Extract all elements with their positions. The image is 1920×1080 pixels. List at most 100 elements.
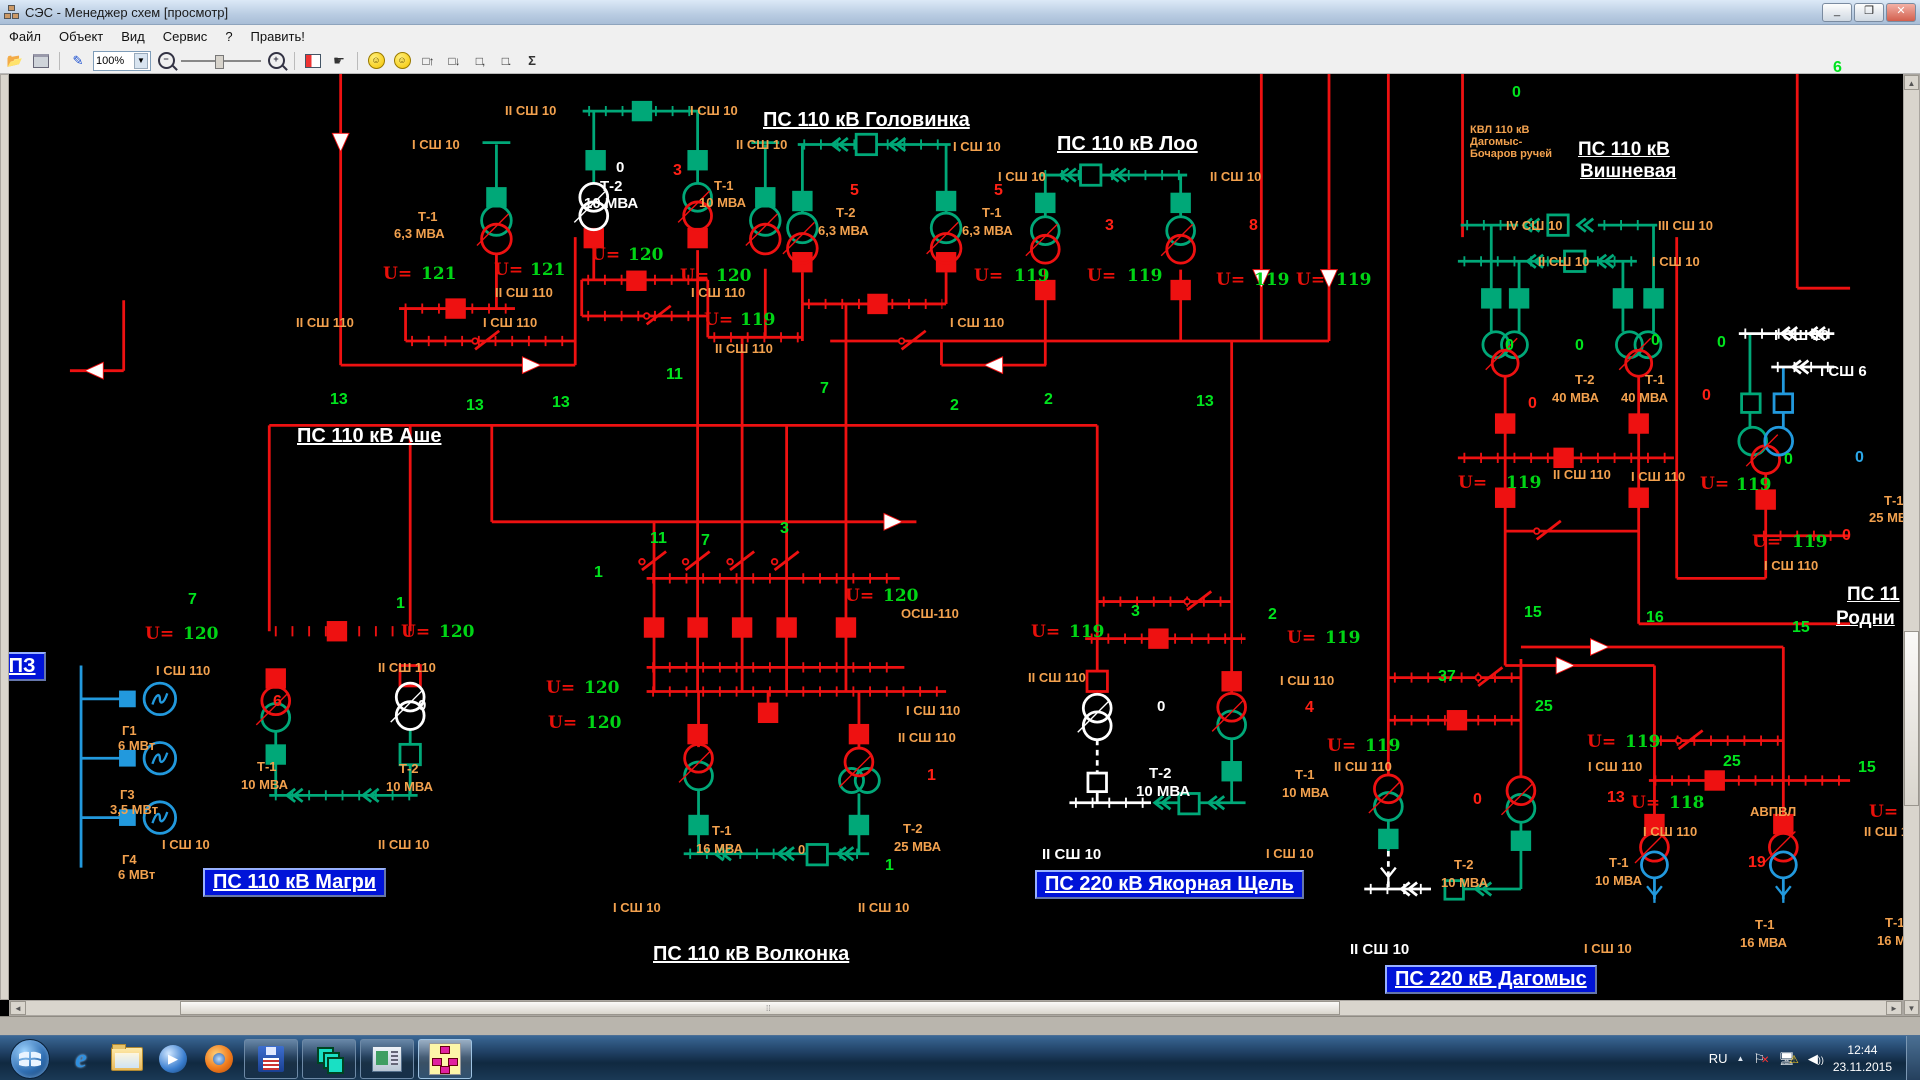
box-arrow-down-icon[interactable]: □↓ — [443, 51, 465, 71]
hscroll-thumb[interactable]: ⁞⁞ — [180, 1001, 1340, 1015]
viewer-app-button[interactable] — [360, 1038, 414, 1079]
horizontal-scrollbar[interactable]: ◄ ⁞⁞ ► — [9, 1000, 1903, 1016]
zoom-slider[interactable] — [181, 52, 261, 70]
scroll-down-icon[interactable]: ▼ — [1904, 1000, 1919, 1015]
scheme-label: 0 — [1702, 387, 1711, 404]
scheme-label: Т-1 — [1755, 917, 1775, 932]
scheme-label: Т-1 — [257, 759, 277, 774]
shapes-app-button[interactable] — [302, 1038, 356, 1079]
scroll-left-icon[interactable]: ◄ — [10, 1001, 26, 1015]
pan-hand-icon[interactable]: ☛ — [328, 51, 350, 71]
scheme-label: 1 — [396, 595, 405, 612]
scheme-label: 119 — [1736, 475, 1772, 495]
scheme-label: 11 — [650, 530, 667, 547]
scheme-label: I СШ 10 — [998, 169, 1046, 184]
scheme-label: 0 — [1528, 395, 1537, 412]
scroll-right-icon[interactable]: ► — [1886, 1001, 1902, 1015]
scheme-label: 118 — [1669, 793, 1705, 813]
scheme-label: 16 МВА — [696, 841, 744, 856]
scheme-label: 4 — [1305, 699, 1314, 716]
scheme-label: 25 МВА — [894, 839, 942, 854]
scheme-label: II СШ 110 — [495, 285, 553, 300]
sum-icon[interactable]: Σ — [521, 51, 543, 71]
start-button[interactable] — [10, 1038, 50, 1079]
scheme-label: 0 — [1784, 451, 1793, 468]
scheme-label: 15 — [1524, 604, 1542, 621]
scheme-label: 0 — [1505, 337, 1514, 354]
scheme-label: Т-1 — [418, 209, 438, 224]
substation-title: ПС 110 кВ Головинка — [763, 109, 970, 131]
scheme-label: 25 — [1535, 698, 1553, 715]
scheme-label: 10 МВА — [584, 195, 639, 212]
schematic-canvas[interactable]: ПС 110 кВ Головинка II СШ 10 I СШ 10 I СШ 1… — [0, 59, 1920, 1016]
scheme-label: U= — [845, 586, 875, 606]
scheme-label: I СШ 10 — [953, 139, 1001, 154]
firefox-icon[interactable] — [199, 1040, 239, 1078]
minimize-button[interactable]: _ — [1822, 3, 1852, 22]
print-icon[interactable] — [30, 51, 52, 71]
scheme-label: I СШ 10 — [162, 837, 210, 852]
scheme-label: Т-2 — [1149, 765, 1172, 782]
windows-explorer-icon[interactable] — [107, 1040, 147, 1078]
menu-item-Файл[interactable]: Файл — [0, 27, 50, 46]
scheme-label: 7 — [701, 532, 710, 549]
scheme-label: I СШ 10 — [613, 900, 661, 915]
scheme-label: 1 — [885, 857, 894, 874]
scheme-label: 120 — [439, 622, 475, 642]
maximize-button[interactable]: ❐ — [1854, 3, 1884, 22]
scheme-label: U= — [1700, 474, 1730, 494]
scheme-label: КВЛ 110 кВ — [1470, 124, 1530, 136]
vertical-scrollbar[interactable]: ▲ ▼ — [1903, 74, 1920, 1016]
scheme-label: I СШ 10 — [1774, 327, 1830, 344]
scheme-label: 119 — [1625, 732, 1661, 752]
zoom-combobox[interactable]: 100% ▼ — [93, 50, 151, 71]
clock[interactable]: 12:44 23.11.2015 — [1833, 1042, 1900, 1074]
vscroll-thumb[interactable] — [1904, 631, 1919, 806]
close-button[interactable]: ✕ — [1886, 3, 1916, 22]
floppy-app-button[interactable] — [244, 1038, 298, 1079]
substation-title: Родни — [1836, 608, 1895, 629]
scheme-label: 13 — [466, 397, 484, 414]
box-arrow-dot2-icon[interactable]: □. — [495, 51, 517, 71]
scheme-label: 7 — [188, 591, 197, 608]
box-arrow-up-icon[interactable]: □↑ — [417, 51, 439, 71]
show-desktop-button[interactable] — [1906, 1036, 1920, 1080]
tray-expand-icon[interactable]: ▲ — [1736, 1054, 1744, 1063]
zoom-out-icon[interactable]: − — [155, 51, 177, 71]
internet-explorer-icon[interactable]: e — [61, 1040, 101, 1078]
menu-item-Сервис[interactable]: Сервис — [154, 27, 217, 46]
menu-item-[interactable]: ? — [216, 27, 241, 46]
open-icon[interactable]: 📂 — [4, 51, 26, 71]
network-status-icon[interactable]: ⚐✕ — [1753, 1051, 1769, 1067]
separator — [59, 51, 60, 70]
scheme-label: 0 — [1157, 698, 1166, 715]
ses-scheme-app-button[interactable] — [418, 1038, 472, 1079]
power-warning-icon[interactable]: 🖥⚠ — [1778, 1051, 1798, 1067]
volume-icon[interactable]: ◀)) — [1808, 1051, 1824, 1067]
smiley-icon[interactable]: ☺ — [391, 51, 413, 71]
menu-item-Править[interactable]: Править! — [242, 27, 314, 46]
menu-item-Вид[interactable]: Вид — [112, 27, 154, 46]
scheme-label: U= — [1031, 622, 1061, 642]
scheme-label: 0 — [616, 159, 625, 176]
zoom-in-icon[interactable]: + — [265, 51, 287, 71]
scheme-label: 119 — [1069, 622, 1105, 642]
edit-pencil-icon[interactable]: ✎ — [67, 51, 89, 71]
substation-title: ПС 110 кВ Волконка — [653, 943, 850, 965]
language-indicator[interactable]: RU — [1709, 1051, 1728, 1066]
scroll-up-icon[interactable]: ▲ — [1904, 75, 1919, 90]
media-player-icon[interactable]: ▶ — [153, 1040, 193, 1078]
scheme-label: Т-2 — [600, 178, 623, 195]
menu-item-Объект[interactable]: Объект — [50, 27, 112, 46]
scheme-label: 0 — [1855, 449, 1864, 466]
scheme-report-icon[interactable] — [302, 51, 324, 71]
status-bar — [0, 1016, 1920, 1036]
smiley-icon[interactable]: ☺ — [365, 51, 387, 71]
scheme-label: U= — [1296, 270, 1326, 290]
box-arrow-dot-icon[interactable]: □, — [469, 51, 491, 71]
scheme-label: 10 МВА — [1282, 785, 1330, 800]
scheme-label: 2 — [1268, 606, 1277, 623]
scheme-label: I СШ 110 — [906, 703, 961, 718]
scheme-label: 119 — [1792, 532, 1828, 552]
scheme-label: 15 — [1858, 759, 1876, 776]
